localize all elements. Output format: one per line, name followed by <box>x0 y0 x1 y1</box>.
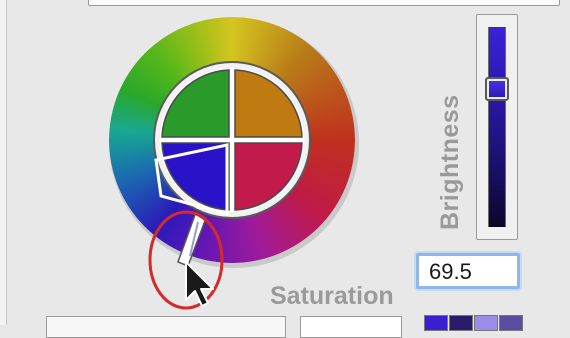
brightness-slider[interactable] <box>476 14 518 240</box>
swatch-1[interactable] <box>424 315 448 331</box>
saturation-value-field[interactable]: 69.5 <box>416 253 520 289</box>
brightness-label: Brightness <box>436 94 464 230</box>
bottom-field-left[interactable] <box>46 316 286 338</box>
inner-disc <box>160 68 304 212</box>
swatch-3[interactable] <box>474 315 498 331</box>
brightness-track[interactable] <box>488 27 506 227</box>
swatch-4[interactable] <box>499 315 523 331</box>
bottom-field-mid[interactable] <box>300 316 402 338</box>
saturation-label: Saturation <box>270 282 394 310</box>
swatch-2[interactable] <box>449 315 473 331</box>
mouse-cursor-icon <box>185 261 214 307</box>
brightness-knob[interactable] <box>485 77 509 102</box>
